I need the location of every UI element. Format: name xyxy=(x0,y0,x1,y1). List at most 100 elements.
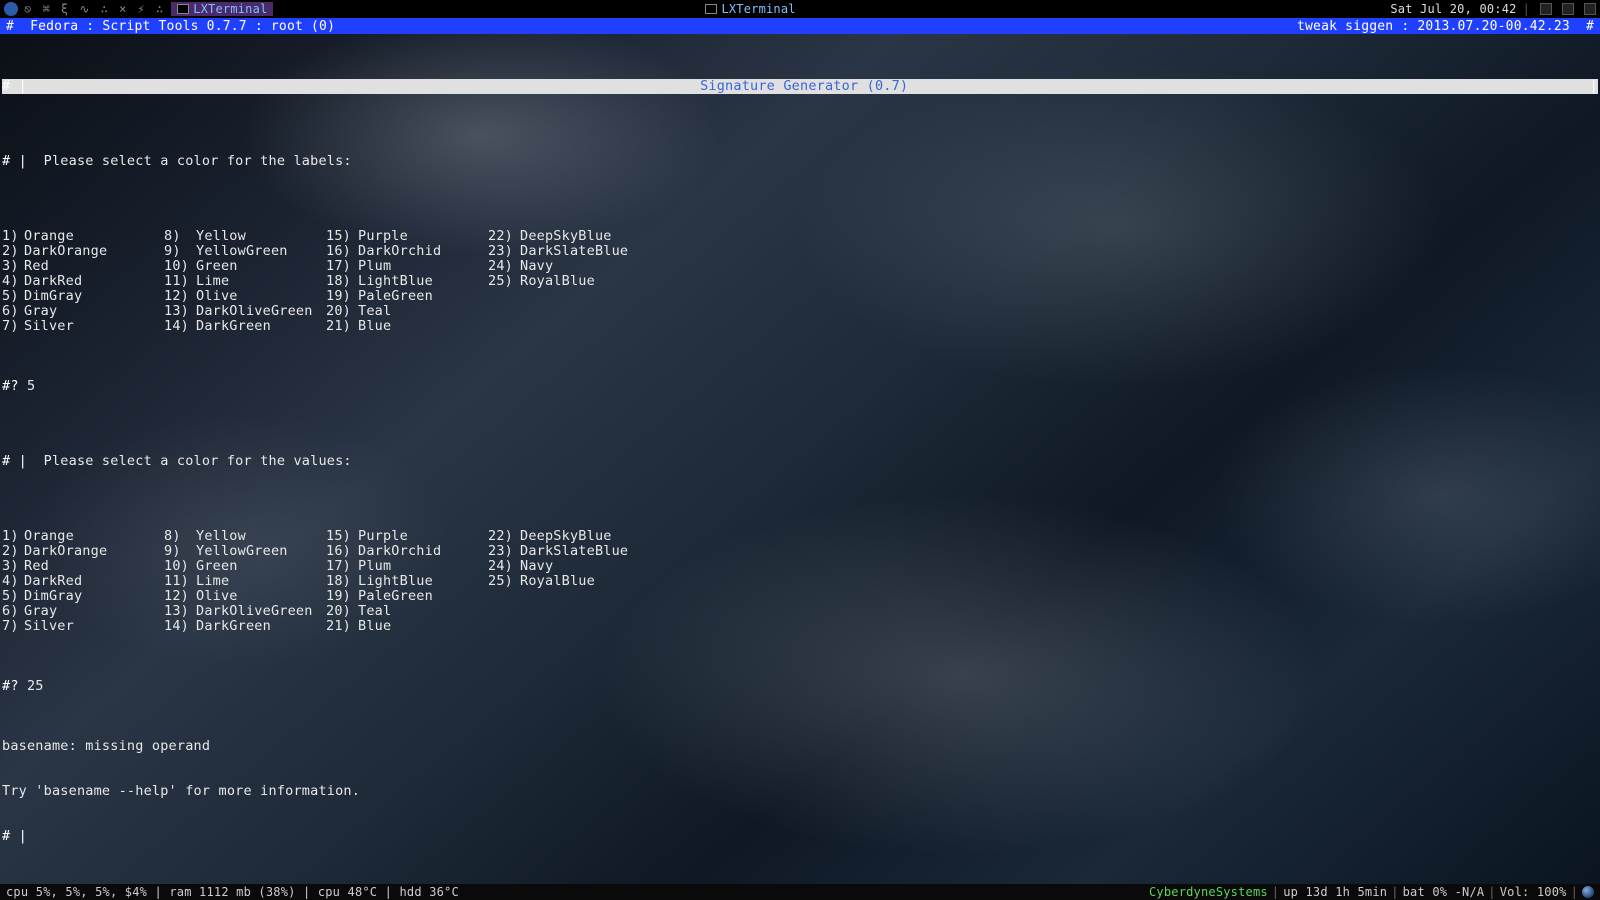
separator: | xyxy=(1391,885,1398,899)
bar-title: Signature Generator (0.7) xyxy=(31,79,1577,94)
separator: | xyxy=(1571,885,1578,899)
opt-num: 21) xyxy=(326,619,358,634)
opt-num: 12) xyxy=(164,589,196,604)
color-menu-row: 1)Orange8)Yellow15)Purple22)DeepSkyBlue xyxy=(2,229,1598,244)
terminal-icon xyxy=(177,4,189,14)
network-globe-icon[interactable] xyxy=(1582,886,1594,898)
opt-num: 8) xyxy=(164,229,196,244)
opt-num: 13) xyxy=(164,304,196,319)
tray-symbols[interactable]: ⎋ ⌘ ξ ∿ ∴ × ⚡ ∴ xyxy=(24,2,165,16)
opt-num: 6) xyxy=(2,304,24,319)
opt-name: DarkGreen xyxy=(196,319,326,334)
task-label: LXTerminal xyxy=(721,2,795,16)
taskbar-item-lxterminal-1[interactable]: LXTerminal xyxy=(171,2,273,16)
opt-name: Orange xyxy=(24,529,164,544)
line-hashpipe: # | xyxy=(2,829,1598,844)
opt-num: 14) xyxy=(164,319,196,334)
line-answer-1: #? 5 xyxy=(2,379,1598,394)
opt-num: 18) xyxy=(326,574,358,589)
opt-name: Teal xyxy=(358,304,488,319)
opt-num: 19) xyxy=(326,289,358,304)
opt-num: 7) xyxy=(2,619,24,634)
color-menu-row: 6)Gray13)DarkOliveGreen20)Teal xyxy=(2,304,1598,319)
color-menu-labels: 1)Orange8)Yellow15)Purple22)DeepSkyBlue2… xyxy=(2,229,1598,334)
terminal-icon xyxy=(705,4,717,14)
opt-num: 19) xyxy=(326,589,358,604)
hash-left: # xyxy=(6,19,14,34)
opt-num: 18) xyxy=(326,274,358,289)
separator: | xyxy=(1272,885,1279,899)
opt-name: Blue xyxy=(358,319,488,334)
opt-num: 4) xyxy=(2,274,24,289)
opt-name: PaleGreen xyxy=(358,589,488,604)
color-menu-values: 1)Orange8)Yellow15)Purple22)DeepSkyBlue2… xyxy=(2,529,1598,634)
opt-name: DarkOrchid xyxy=(358,244,488,259)
bar-hash: # | xyxy=(2,79,31,94)
color-menu-row: 3)Red10)Green17)Plum24)Navy xyxy=(2,559,1598,574)
tray-indicator-3[interactable] xyxy=(1584,3,1596,15)
prompt-text: Please select a color for the labels: xyxy=(44,153,352,169)
opt-name xyxy=(520,319,680,334)
tray-indicator-2[interactable] xyxy=(1562,3,1574,15)
taskbar-item-lxterminal-2[interactable]: LXTerminal xyxy=(699,2,801,16)
hash-right: # xyxy=(1586,19,1594,34)
opt-name: DeepSkyBlue xyxy=(520,229,680,244)
bottom-statusbar: cpu 5%, 5%, 5%, $4% | ram 1112 mb (38%) … xyxy=(0,884,1600,900)
opt-name: DarkRed xyxy=(24,574,164,589)
hash: # | xyxy=(2,153,27,169)
prompt-text: Please select a color for the values: xyxy=(44,453,352,469)
color-menu-row: 2)DarkOrange9)YellowGreen16)DarkOrchid23… xyxy=(2,244,1598,259)
answer-prompt: #? xyxy=(2,378,27,394)
status-battery: bat 0% -N/A xyxy=(1403,885,1485,899)
opt-name: Yellow xyxy=(196,229,326,244)
opt-name: DarkOrchid xyxy=(358,544,488,559)
opt-num: 8) xyxy=(164,529,196,544)
opt-num: 9) xyxy=(164,244,196,259)
distro-menu-icon[interactable] xyxy=(4,2,18,16)
separator: | xyxy=(1488,885,1495,899)
opt-name: Red xyxy=(24,259,164,274)
opt-name: LightBlue xyxy=(358,574,488,589)
opt-name: Plum xyxy=(358,559,488,574)
opt-name: DarkSlateBlue xyxy=(520,544,680,559)
opt-num: 17) xyxy=(326,259,358,274)
window-title-right: tweak siggen : 2013.07.20-00.42.23 xyxy=(1297,19,1570,34)
top-panel: ⎋ ⌘ ξ ∿ ∴ × ⚡ ∴ LXTerminal LXTerminal Sa… xyxy=(0,0,1600,18)
color-menu-row: 6)Gray13)DarkOliveGreen20)Teal xyxy=(2,604,1598,619)
opt-name: Olive xyxy=(196,589,326,604)
opt-name: DarkOliveGreen xyxy=(196,604,326,619)
opt-name: Olive xyxy=(196,289,326,304)
opt-name: Yellow xyxy=(196,529,326,544)
tray-indicator-1[interactable] xyxy=(1540,3,1552,15)
opt-num: 12) xyxy=(164,289,196,304)
opt-name: YellowGreen xyxy=(196,544,326,559)
opt-name: DarkOrange xyxy=(24,544,164,559)
status-volume: Vol: 100% xyxy=(1500,885,1567,899)
opt-num: 22) xyxy=(488,229,520,244)
opt-num: 3) xyxy=(2,559,24,574)
opt-name xyxy=(520,304,680,319)
opt-name: Purple xyxy=(358,529,488,544)
terminal-output[interactable]: # | Signature Generator (0.7) | # | Plea… xyxy=(0,34,1600,900)
opt-num: 11) xyxy=(164,274,196,289)
answer-value: 25 xyxy=(27,678,44,694)
opt-num: 17) xyxy=(326,559,358,574)
opt-num: 2) xyxy=(2,244,24,259)
clock[interactable]: Sat Jul 20, 00:42 xyxy=(1390,2,1516,16)
opt-name xyxy=(520,604,680,619)
opt-name: RoyalBlue xyxy=(520,574,680,589)
opt-num: 5) xyxy=(2,289,24,304)
line-error-2: Try 'basename --help' for more informati… xyxy=(2,784,1598,799)
opt-name: Gray xyxy=(24,604,164,619)
answer-prompt: #? xyxy=(2,678,27,694)
opt-name: Green xyxy=(196,259,326,274)
opt-name xyxy=(520,589,680,604)
color-menu-row: 1)Orange8)Yellow15)Purple22)DeepSkyBlue xyxy=(2,529,1598,544)
opt-num: 22) xyxy=(488,529,520,544)
opt-name: DarkOrange xyxy=(24,244,164,259)
opt-num: 14) xyxy=(164,619,196,634)
opt-num: 25) xyxy=(488,274,520,289)
opt-num xyxy=(488,604,520,619)
opt-num: 23) xyxy=(488,544,520,559)
opt-name: Gray xyxy=(24,304,164,319)
